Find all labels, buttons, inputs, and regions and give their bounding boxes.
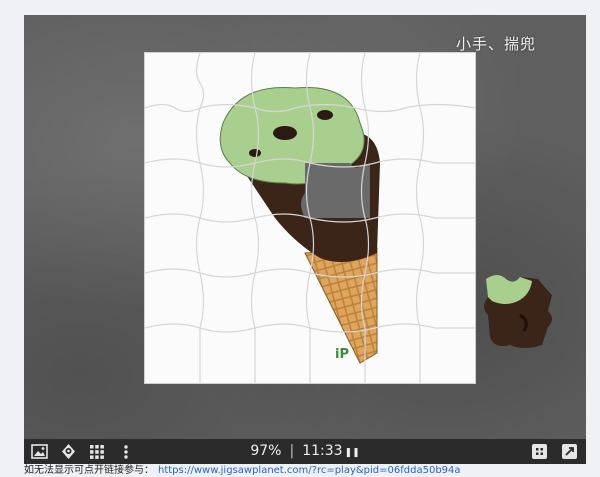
artist-watermark: iP — [335, 347, 349, 362]
pause-icon[interactable]: ❚❚ — [345, 448, 360, 458]
timer: 11:33 — [302, 443, 343, 459]
game-toolbar: 97% | 11:33 ❚❚ — [24, 439, 586, 464]
footer-note: 如无法显示可点开链接参与： https://www.jigsawplanet.co… — [24, 464, 594, 477]
loose-piece-image — [484, 275, 552, 348]
puzzle-image: iP — [144, 52, 476, 383]
puzzle-assembled-area[interactable]: iP — [144, 52, 476, 383]
puzzle-frame: 小手、揣兜 iP 97% | 11:33 ❚❚ — [24, 15, 586, 464]
puzzle-board[interactable]: 小手、揣兜 iP — [24, 15, 586, 439]
progress-percent: 97% — [250, 443, 282, 459]
edge-pieces-icon[interactable] — [529, 442, 549, 461]
puzzle-link[interactable]: https://www.jigsawplanet.com/?rc=play&pi… — [158, 465, 461, 476]
footer-text: 如无法显示可点开链接参与： — [24, 465, 154, 476]
game-status: 97% | 11:33 ❚❚ — [250, 443, 360, 459]
fullscreen-icon[interactable] — [559, 442, 579, 461]
puzzle-title: 小手、揣兜 — [455, 35, 536, 53]
loose-puzzle-piece[interactable] — [480, 271, 556, 351]
